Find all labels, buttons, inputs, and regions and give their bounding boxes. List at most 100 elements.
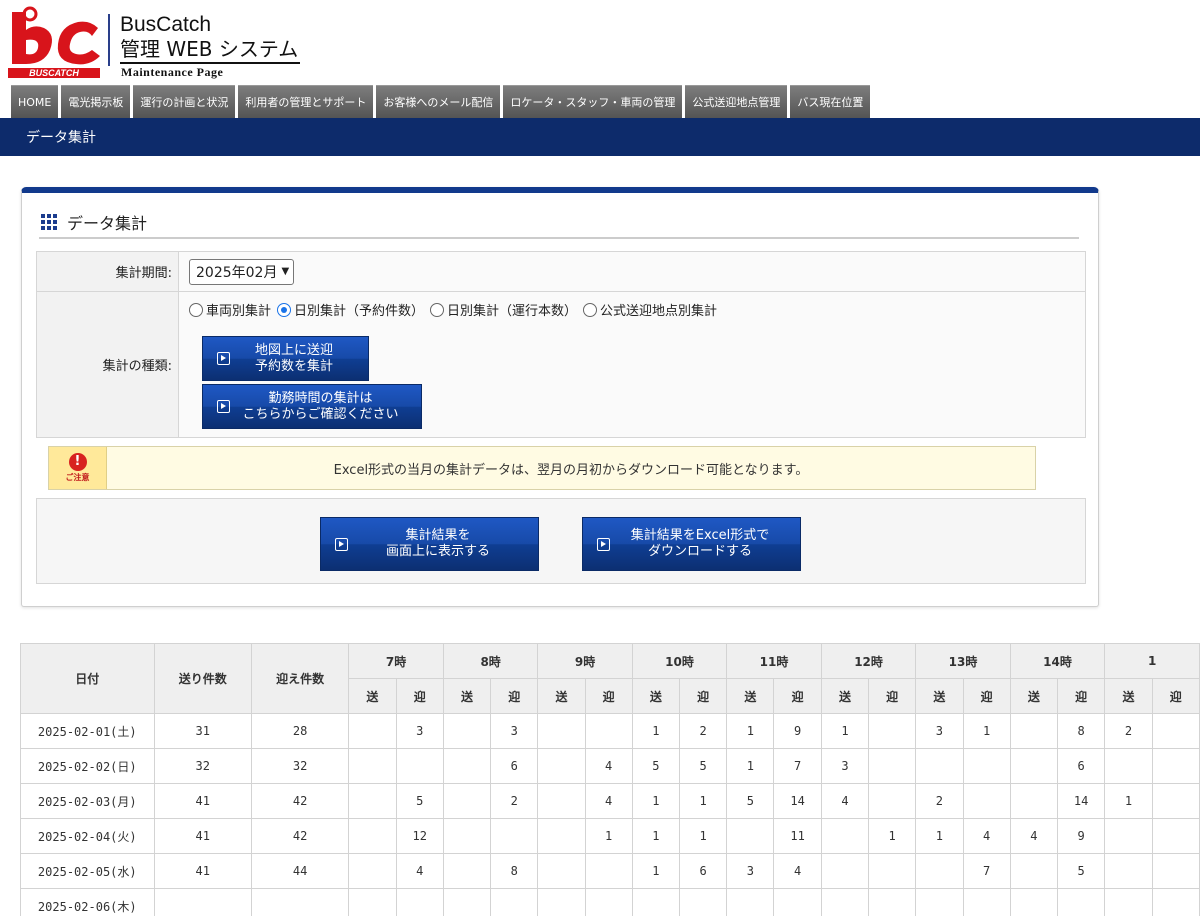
- hour-count-cell: 1: [1104, 783, 1153, 819]
- radio-button-checked[interactable]: [277, 302, 292, 317]
- map-aggregate-button[interactable]: 地図上に送迎 予約数を集計: [202, 336, 369, 381]
- hour-count-cell: [1009, 783, 1058, 819]
- hour-count-cell: [348, 713, 397, 749]
- period-select[interactable]: 2025年02月 ▼: [189, 258, 295, 285]
- hour-count-cell: [537, 888, 586, 916]
- date-cell: 2025-02-05(水): [20, 853, 155, 889]
- hour-count-cell: 14: [773, 783, 822, 819]
- brand-subtitle: 管理 WEB システム: [120, 36, 301, 64]
- play-icon: [217, 352, 230, 365]
- nav-mail-delivery[interactable]: お客様へのメール配信: [376, 85, 501, 118]
- hour-count-cell: [1009, 748, 1058, 784]
- hour-header: 9時: [537, 643, 633, 679]
- hour-count-cell: [348, 888, 397, 916]
- download-excel-button[interactable]: 集計結果をExcel形式で ダウンロードする: [582, 517, 801, 571]
- hour-count-cell: [1104, 853, 1153, 889]
- hour-count-cell: [584, 853, 633, 889]
- hour-count-cell: [442, 818, 492, 854]
- send-subheader: 送: [442, 678, 492, 714]
- hour-count-cell: [584, 888, 633, 916]
- nav-bus-location[interactable]: バス現在位置: [790, 85, 871, 118]
- send-subheader: 送: [537, 678, 586, 714]
- send-total-cell: 32: [153, 748, 252, 784]
- hour-count-cell: [868, 853, 917, 889]
- worktime-button[interactable]: 勤務時間の集計は こちらからご確認ください: [202, 384, 422, 429]
- exclamation-icon: !: [68, 453, 87, 471]
- hour-count-cell: 6: [490, 748, 539, 784]
- hour-count-cell: 2: [678, 713, 728, 749]
- type-radio-group: 車両別集計 日別集計（予約件数） 日別集計（運行本数） 公式送迎地点別集計: [189, 300, 1085, 319]
- date-cell: 2025-02-01(土): [20, 713, 155, 749]
- hour-count-cell: [348, 748, 397, 784]
- play-icon: [597, 537, 610, 551]
- pick-subheader: 迎: [1056, 678, 1106, 714]
- hour-count-cell: 1: [678, 783, 728, 819]
- hour-count-cell: 14: [1056, 783, 1106, 819]
- logo-mark-icon: BUSCATCH: [8, 6, 100, 78]
- show-results-button[interactable]: 集計結果を 画面上に表示する: [320, 517, 539, 571]
- hour-count-cell: 6: [1056, 748, 1106, 784]
- type-label: 集計の種類:: [36, 291, 179, 438]
- hour-count-cell: [1009, 853, 1058, 889]
- hour-count-cell: 4: [773, 853, 822, 889]
- hour-count-cell: 1: [631, 818, 681, 854]
- hour-count-cell: 1: [868, 818, 917, 854]
- hour-count-cell: [442, 713, 492, 749]
- nav-display-board[interactable]: 電光掲示板: [61, 85, 131, 118]
- radio-vehicle[interactable]: 車両別集計: [189, 300, 271, 319]
- hour-count-cell: [678, 888, 728, 916]
- hour-count-cell: [868, 783, 917, 819]
- aggregation-form: 集計期間: 2025年02月 ▼ 集計の種類: 車両別集計 日別集計（予約件数）…: [36, 251, 1086, 438]
- pick-total-cell: 32: [250, 748, 350, 784]
- hour-count-cell: 1: [915, 818, 964, 854]
- hour-count-cell: [1151, 783, 1200, 819]
- brand-title: BusCatch: [120, 13, 212, 36]
- hour-count-cell: [1104, 748, 1153, 784]
- hour-count-cell: 4: [584, 783, 633, 819]
- hour-header: 11時: [726, 643, 822, 679]
- send-subheader: 送: [820, 678, 870, 714]
- hour-count-cell: [584, 713, 633, 749]
- hour-count-cell: [868, 748, 917, 784]
- send-total-cell: 31: [153, 713, 252, 749]
- table-row: 2025-02-05(水) 41 44 4 8 1 6 3 4 7 5: [20, 853, 1200, 889]
- nav-official-points[interactable]: 公式送迎地点管理: [685, 85, 788, 118]
- hour-count-cell: 9: [1056, 818, 1106, 854]
- brand-text: BusCatch 管理 WEB システム: [108, 13, 301, 66]
- hour-count-cell: 3: [490, 713, 539, 749]
- nav-operation-plan[interactable]: 運行の計画と状況: [133, 85, 236, 118]
- hour-count-cell: 5: [726, 783, 775, 819]
- table-row: 2025-02-01(土) 31 28 3 3 1 2 1 9 1 3 1 8 2: [20, 713, 1200, 749]
- nav-home[interactable]: HOME: [11, 85, 59, 118]
- radio-daily-runs[interactable]: 日別集計（運行本数）: [430, 300, 577, 319]
- radio-official-points[interactable]: 公式送迎地点別集計: [583, 300, 717, 319]
- hour-count-cell: 5: [395, 783, 444, 819]
- date-cell: 2025-02-02(日): [20, 748, 155, 784]
- radio-button[interactable]: [189, 302, 203, 317]
- pick-subheader: 迎: [868, 678, 917, 714]
- radio-button[interactable]: [430, 302, 445, 317]
- pick-total-cell: [250, 888, 350, 916]
- nav-locator-staff-vehicle[interactable]: ロケータ・スタッフ・車両の管理: [503, 85, 683, 118]
- hour-count-cell: [490, 888, 539, 916]
- hour-count-cell: [537, 853, 586, 889]
- hour-count-cell: 2: [490, 783, 539, 819]
- radio-button[interactable]: [583, 302, 598, 317]
- hour-count-cell: [348, 818, 397, 854]
- hour-count-cell: [820, 853, 870, 889]
- hour-count-cell: 3: [915, 713, 964, 749]
- buscatch-logo[interactable]: BUSCATCH: [4, 6, 104, 80]
- notice-text: Excel形式の当月の集計データは、翌月の月初からダウンロード可能となります。: [333, 462, 809, 478]
- pick-subheader: 迎: [490, 678, 539, 714]
- nav-user-management[interactable]: 利用者の管理とサポート: [238, 85, 374, 118]
- radio-daily-reservations[interactable]: 日別集計（予約件数）: [277, 300, 424, 319]
- send-subheader: 送: [726, 678, 775, 714]
- hour-count-cell: [442, 853, 492, 889]
- pick-total-cell: 42: [250, 783, 350, 819]
- results-table: 日付 送り件数 迎え件数 7時 8時 9時 10時 11時 12時 13時 14時 1 送迎送迎…: [20, 643, 1200, 916]
- hour-count-cell: 4: [962, 818, 1011, 854]
- hour-count-cell: [1009, 888, 1058, 916]
- hour-count-cell: 1: [726, 748, 775, 784]
- hour-count-cell: 2: [1104, 713, 1153, 749]
- caution-badge: ! ご注意: [49, 447, 107, 489]
